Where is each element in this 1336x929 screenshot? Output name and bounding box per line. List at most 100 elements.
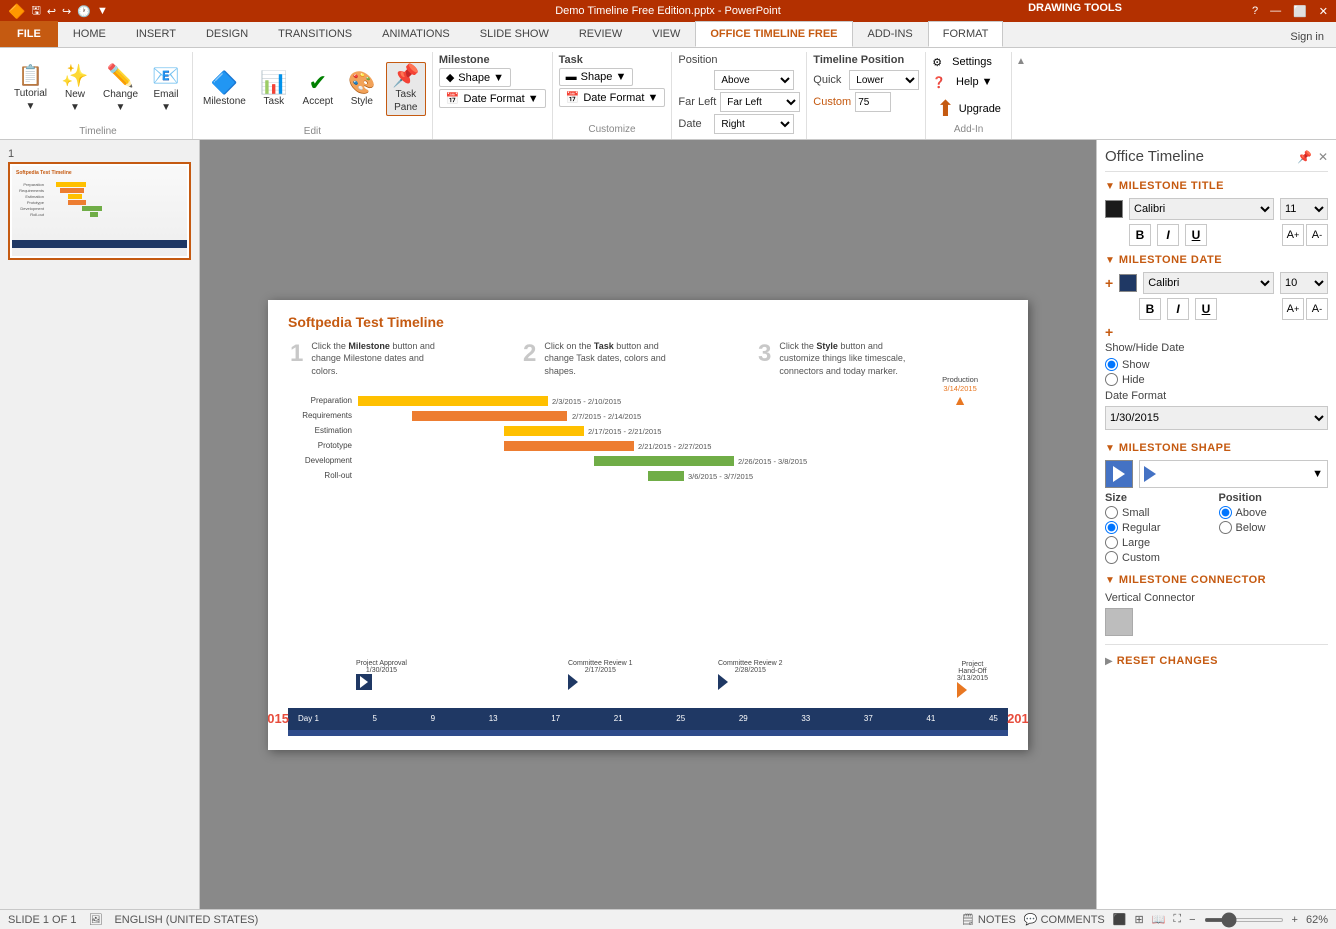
hide-radio-label[interactable]: Hide xyxy=(1105,373,1328,386)
size-position-grid: Size Small Regular Large xyxy=(1105,492,1328,566)
tab-office-timeline[interactable]: OFFICE TIMELINE FREE xyxy=(695,21,852,47)
task-shape-btn[interactable]: ▬ Shape ▼ xyxy=(559,68,634,86)
size-column: Size Small Regular Large xyxy=(1105,492,1215,566)
milestone-date-font-decrease-btn[interactable]: A- xyxy=(1306,298,1328,320)
tab-insert[interactable]: INSERT xyxy=(121,21,191,47)
regular-radio[interactable] xyxy=(1105,521,1118,534)
shape-dropdown[interactable]: ▼ xyxy=(1139,460,1328,488)
tab-slideshow[interactable]: SLIDE SHOW xyxy=(465,21,564,47)
close-btn[interactable]: ✕ xyxy=(1319,5,1328,18)
milestone-date-color[interactable] xyxy=(1119,274,1137,292)
tab-file[interactable]: FILE xyxy=(0,21,58,47)
milestone-date-font-select[interactable]: Calibri Arial xyxy=(1143,272,1274,294)
milestone-title-font-decrease-btn[interactable]: A- xyxy=(1306,224,1328,246)
milestone-title-italic-btn[interactable]: I xyxy=(1157,224,1179,246)
tutorial-btn[interactable]: 📋 Tutorial ▼ xyxy=(10,64,51,114)
far-left-select[interactable]: Far Left Left Right xyxy=(720,92,800,112)
small-radio[interactable] xyxy=(1105,506,1118,519)
shape-dropdown-arrow: ▼ xyxy=(1312,468,1323,480)
milestone-date-italic-btn[interactable]: I xyxy=(1167,298,1189,320)
tab-design[interactable]: DESIGN xyxy=(191,21,263,47)
tab-format[interactable]: FORMAT xyxy=(928,21,1004,47)
milestone-title-color[interactable] xyxy=(1105,200,1123,218)
milestone-date-font-increase-btn[interactable]: A+ xyxy=(1282,298,1304,320)
custom-size-radio-label[interactable]: Custom xyxy=(1105,551,1215,564)
panel-pin-icon[interactable]: 📌 xyxy=(1297,150,1312,164)
settings-btn[interactable]: Settings xyxy=(946,54,998,70)
panel-close-icon[interactable]: ✕ xyxy=(1318,150,1328,164)
ribbon-expand-btn[interactable]: ▲ xyxy=(1012,52,1026,139)
minimize-btn[interactable]: — xyxy=(1270,5,1281,18)
comments-btn[interactable]: 💬 COMMENTS xyxy=(1024,913,1105,926)
milestone-btn[interactable]: 🔷 Milestone xyxy=(199,70,250,109)
tab-view[interactable]: VIEW xyxy=(637,21,695,47)
maximize-btn[interactable]: ⬜ xyxy=(1293,5,1307,18)
handoff-arrow xyxy=(957,682,967,698)
large-radio-label[interactable]: Large xyxy=(1105,536,1215,549)
milestone-date-format-btn[interactable]: 📅 Date Format ▼ xyxy=(439,89,546,108)
accept-btn[interactable]: ✔ Accept xyxy=(298,70,338,109)
view-reading-btn[interactable]: 📖 xyxy=(1152,913,1166,926)
regular-radio-label[interactable]: Regular xyxy=(1105,521,1215,534)
position-column: Position Above Below xyxy=(1219,492,1329,566)
milestone-title-font-select[interactable]: Calibri Arial xyxy=(1129,198,1274,220)
milestone-title-bold-btn[interactable]: B xyxy=(1129,224,1151,246)
large-radio[interactable] xyxy=(1105,536,1118,549)
tab-addins[interactable]: ADD-INS xyxy=(853,21,928,47)
below-radio-label[interactable]: Below xyxy=(1219,521,1329,534)
tab-home[interactable]: HOME xyxy=(58,21,121,47)
milestone-date-underline-btn[interactable]: U xyxy=(1195,298,1217,320)
view-fullscreen-btn[interactable]: ⛶ xyxy=(1173,913,1181,926)
task-calendar-icon: 📅 xyxy=(566,91,580,104)
email-btn[interactable]: 📧 Email ▼ xyxy=(146,63,186,115)
above-radio-label[interactable]: Above xyxy=(1219,506,1329,519)
milestone-title-font-increase-btn[interactable]: A+ xyxy=(1282,224,1304,246)
milestone-connector-section-label: MILESTONE CONNECTOR xyxy=(1119,574,1266,586)
zoom-in-btn[interactable]: + xyxy=(1292,914,1298,926)
date-format-select[interactable]: 1/30/2015 Jan 30, 2015 January 30, 2015 xyxy=(1105,406,1328,430)
above-radio[interactable] xyxy=(1219,506,1232,519)
quick-select[interactable]: Lower Upper Middle xyxy=(849,70,919,90)
committee2-label: Committee Review 2 xyxy=(718,660,783,667)
zoom-slider[interactable] xyxy=(1204,918,1284,922)
zoom-out-btn[interactable]: − xyxy=(1189,914,1195,926)
milestone-shape-btn[interactable]: ◆ Shape ▼ xyxy=(439,68,511,87)
task-date-format-btn[interactable]: 📅 Date Format ▼ xyxy=(559,88,666,107)
milestone-date-size-select[interactable]: 10 11 12 xyxy=(1280,272,1328,294)
tab-transitions[interactable]: TRANSITIONS xyxy=(263,21,367,47)
hide-radio[interactable] xyxy=(1105,373,1118,386)
slide[interactable]: Softpedia Test Timeline 1 Click the Mile… xyxy=(268,300,1028,750)
reset-changes-btn[interactable]: ▶ RESET CHANGES xyxy=(1105,651,1328,671)
view-normal-btn[interactable]: ⬛ xyxy=(1113,913,1127,926)
new-btn[interactable]: ✨ New ▼ xyxy=(55,63,95,115)
milestone-handoff: Project Hand-Off 3/13/2015 xyxy=(957,661,988,698)
custom-input[interactable] xyxy=(855,92,891,112)
notes-btn[interactable]: 🗒 NOTES xyxy=(961,913,1016,926)
show-radio[interactable] xyxy=(1105,358,1118,371)
style-btn[interactable]: 🎨 Style xyxy=(342,70,382,109)
milestone-title-underline-btn[interactable]: U xyxy=(1185,224,1207,246)
milestone-date-bold-btn[interactable]: B xyxy=(1139,298,1161,320)
milestone-title-size-select[interactable]: 11 10 12 xyxy=(1280,198,1328,220)
view-slide-btn[interactable]: ⊞ xyxy=(1134,913,1143,926)
help-btn[interactable]: ? xyxy=(1252,5,1258,18)
task-pane-btn[interactable]: 📌 Task Pane xyxy=(386,62,426,116)
custom-size-radio[interactable] xyxy=(1105,551,1118,564)
tab-animations[interactable]: ANIMATIONS xyxy=(367,21,465,47)
upgrade-btn[interactable]: ⬆ Upgrade xyxy=(932,94,1005,124)
committee1-date: 2/17/2015 xyxy=(568,667,633,674)
right-select[interactable]: Right Left Above xyxy=(714,114,794,134)
help-addon-btn[interactable]: Help ▼ xyxy=(950,74,999,90)
committee2-date: 2/28/2015 xyxy=(718,667,783,674)
show-radio-label[interactable]: Show xyxy=(1105,358,1328,371)
slide-thumbnail[interactable]: Softpedia Test Timeline Preparation Requ… xyxy=(8,162,191,260)
day-markers: Day 1 5 9 13 17 21 25 29 33 37 41 45 xyxy=(294,714,1002,723)
tab-review[interactable]: REVIEW xyxy=(564,21,637,47)
task-btn[interactable]: 📊 Task xyxy=(254,70,294,109)
above-select[interactable]: Above Below xyxy=(714,70,794,90)
small-radio-label[interactable]: Small xyxy=(1105,506,1215,519)
change-btn[interactable]: ✏️ Change ▼ xyxy=(99,63,142,115)
estimation-date: 2/17/2015 - 2/21/2015 xyxy=(588,427,661,436)
below-radio[interactable] xyxy=(1219,521,1232,534)
sign-in-btn[interactable]: Sign in xyxy=(1278,27,1336,47)
